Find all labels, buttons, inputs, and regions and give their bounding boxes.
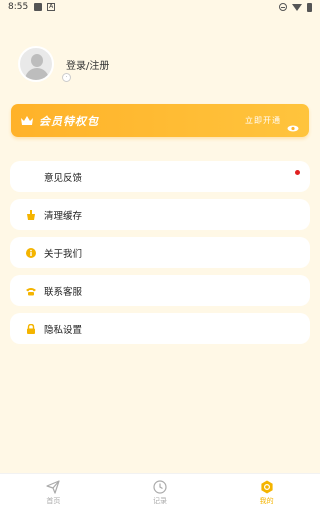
- profile-header[interactable]: · 登录/注册: [18, 46, 109, 82]
- eye-icon: [287, 117, 299, 132]
- login-register-link[interactable]: 登录/注册: [66, 57, 109, 72]
- bottom-tab-bar: 首页 记录 我的: [0, 473, 320, 512]
- tab-mine[interactable]: 我的: [213, 474, 320, 512]
- tab-label-home: 首页: [46, 497, 61, 505]
- profile-hex-icon: [261, 480, 273, 494]
- status-bar: 8:55 A: [0, 0, 320, 14]
- battery-icon: [307, 2, 312, 12]
- menu-label-feedback: 意见反馈: [44, 172, 83, 184]
- menu-item-privacy[interactable]: 隐私设置: [10, 313, 310, 344]
- tab-records[interactable]: 记录: [107, 474, 214, 512]
- wifi-icon: [292, 3, 302, 11]
- broom-icon: [26, 209, 36, 220]
- menu-label-about: 关于我们: [44, 248, 83, 260]
- tab-label-records: 记录: [153, 497, 167, 505]
- menu-item-clear-cache[interactable]: 清理缓存: [10, 199, 310, 230]
- phone-icon: [26, 286, 36, 296]
- menu-item-feedback[interactable]: 意见反馈: [10, 161, 310, 192]
- vip-banner[interactable]: 会员特权包 立即开通: [11, 104, 309, 137]
- photo-icon: [34, 3, 43, 11]
- vip-title: 会员特权包: [39, 114, 99, 128]
- menu-item-contact[interactable]: 联系客服: [10, 275, 310, 306]
- crown-icon: [21, 116, 33, 125]
- feedback-icon: [26, 172, 36, 182]
- minus-circle-icon: [279, 3, 287, 11]
- vip-open-button[interactable]: 立即开通: [245, 115, 281, 126]
- avatar-edit-icon: ·: [62, 73, 71, 82]
- a-icon: A: [47, 3, 56, 11]
- status-time: 8:55: [8, 2, 29, 12]
- menu-label-clear-cache: 清理缓存: [44, 210, 83, 222]
- info-icon: [26, 247, 36, 258]
- lock-icon: [26, 323, 36, 334]
- menu-item-about[interactable]: 关于我们: [10, 237, 310, 268]
- tab-label-mine: 我的: [259, 497, 274, 505]
- tab-home[interactable]: 首页: [0, 474, 107, 512]
- menu-label-contact: 联系客服: [44, 286, 83, 298]
- notification-dot: [295, 170, 300, 175]
- menu-label-privacy: 隐私设置: [44, 324, 83, 336]
- default-avatar-icon[interactable]: [18, 46, 54, 82]
- clock-icon: [153, 480, 167, 494]
- paper-plane-icon: [46, 480, 60, 494]
